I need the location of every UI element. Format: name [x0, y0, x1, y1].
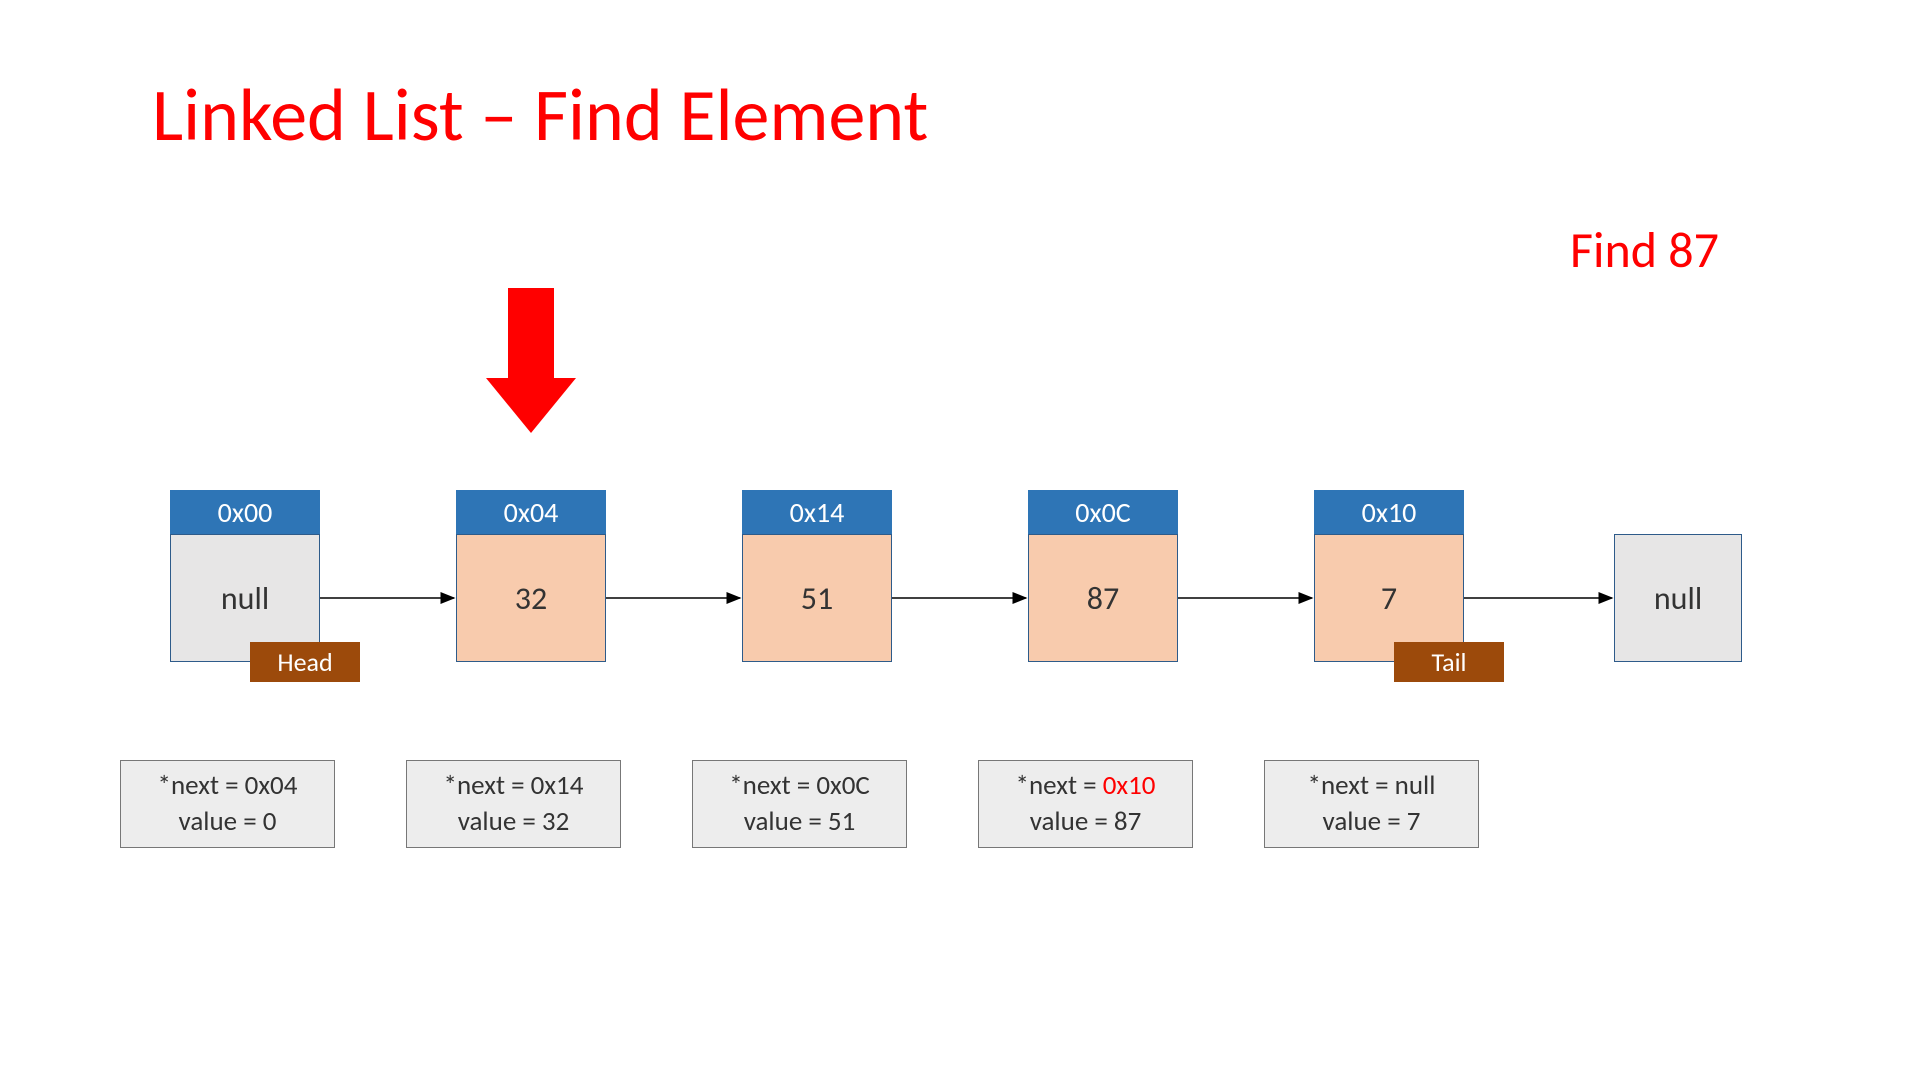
node-info: *next = 0x0Cvalue = 51 [692, 760, 907, 848]
list-node: 0x00nullHead [170, 490, 320, 662]
page-title: Linked List – Find Element [152, 70, 928, 160]
list-node: 0x0432 [456, 490, 606, 662]
node-address: 0x14 [742, 490, 892, 534]
node-info: *next = nullvalue = 7 [1264, 760, 1479, 848]
node-info-value: value = 32 [458, 804, 570, 840]
head-tag: Head [250, 642, 360, 682]
node-info-value: value = 51 [744, 804, 856, 840]
list-node: 0x0C87 [1028, 490, 1178, 662]
node-value: 51 [742, 534, 892, 662]
node-info: *next = 0x04value = 0 [120, 760, 335, 848]
null-terminal-label: null [1654, 579, 1702, 618]
node-value: 87 [1028, 534, 1178, 662]
node-info-next: *next = 0x04 [158, 768, 298, 804]
node-info: *next = 0x14value = 32 [406, 760, 621, 848]
tail-tag: Tail [1394, 642, 1504, 682]
node-info-value: value = 87 [1030, 804, 1142, 840]
node-info-next: *next = 0x10 [1016, 768, 1156, 804]
node-info: *next = 0x10value = 87 [978, 760, 1193, 848]
node-info-next: *next = null [1308, 768, 1436, 804]
node-address: 0x04 [456, 490, 606, 534]
null-terminal: null [1614, 534, 1742, 662]
node-info-value: value = 7 [1323, 804, 1421, 840]
node-value: 32 [456, 534, 606, 662]
node-address: 0x10 [1314, 490, 1464, 534]
node-info-next: *next = 0x14 [444, 768, 584, 804]
node-address: 0x00 [170, 490, 320, 534]
node-address: 0x0C [1028, 490, 1178, 534]
list-node: 0x1451 [742, 490, 892, 662]
node-info-value: value = 0 [179, 804, 277, 840]
node-info-next: *next = 0x0C [729, 768, 870, 804]
list-node: 0x107Tail [1314, 490, 1464, 662]
find-label: Find 87 [1570, 220, 1719, 281]
